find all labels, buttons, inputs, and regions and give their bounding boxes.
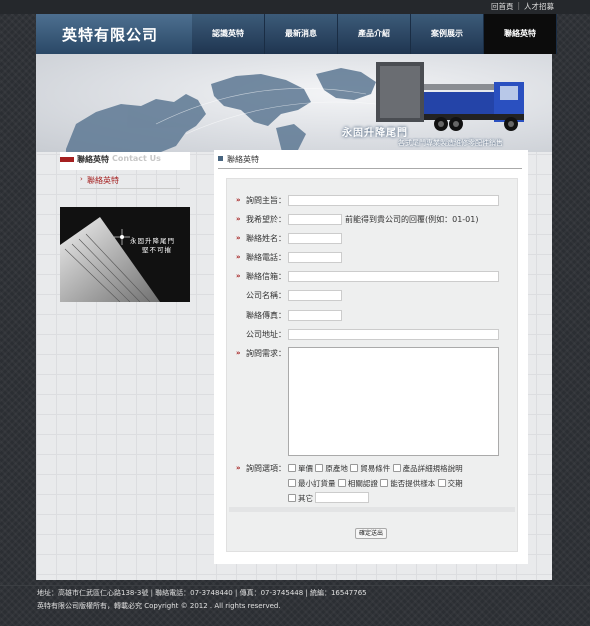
promo-line-2: 堅不可摧 bbox=[142, 246, 172, 254]
fax-label: 聯絡傳真： bbox=[246, 311, 286, 320]
subject-input[interactable] bbox=[288, 195, 499, 206]
checkbox[interactable] bbox=[288, 479, 296, 487]
phone-label: 聯絡電話： bbox=[246, 253, 286, 262]
footer-divider bbox=[0, 585, 590, 586]
sidebar-title-en: Contact Us bbox=[112, 154, 161, 163]
option-price[interactable]: 單價 bbox=[288, 464, 313, 473]
email-label: 聯絡信箱： bbox=[246, 272, 286, 281]
checkbox[interactable] bbox=[392, 464, 401, 472]
form-row-name: » 聯絡姓名： bbox=[227, 232, 517, 246]
need-textarea[interactable] bbox=[288, 347, 499, 456]
contact-form: » 詢問主旨： » 我希望於： 前能得到貴公司的回覆(例如：01-01) » 聯… bbox=[226, 178, 518, 552]
content-panel: 聯絡英特 » 詢問主旨： » 我希望於： 前能得到貴公司的回覆(例如：01-01… bbox=[214, 150, 528, 564]
footer-copyright: 英特有限公司版權所有，轉載必究 Copyright © 2012 . All r… bbox=[37, 602, 281, 610]
name-label: 聯絡姓名： bbox=[246, 234, 286, 243]
options-line-2: 最小訂貨量 相關認證 能否提供樣本 交期 bbox=[288, 478, 463, 489]
other-input[interactable] bbox=[315, 492, 370, 503]
form-row-subject: » 詢問主旨： bbox=[227, 194, 517, 208]
email-input[interactable] bbox=[288, 271, 499, 282]
page-title: 聯絡英特 bbox=[227, 155, 259, 164]
checkbox[interactable] bbox=[288, 494, 296, 502]
main-page: 英特有限公司 認識英特 最新消息 產品介紹 案例展示 聯絡英特 永固升降尾門 各… bbox=[36, 14, 557, 580]
steel-panel-graphic bbox=[60, 217, 160, 302]
checkbox[interactable] bbox=[288, 464, 296, 472]
square-icon bbox=[218, 156, 223, 161]
nav-item-products[interactable]: 產品介紹 bbox=[338, 14, 411, 54]
options-line-3: 其它 bbox=[288, 492, 370, 504]
content-heading: 聯絡英特 bbox=[218, 154, 259, 165]
fax-input[interactable] bbox=[288, 310, 342, 321]
checkbox[interactable] bbox=[315, 464, 324, 472]
form-row-phone: » 聯絡電話： bbox=[227, 251, 517, 265]
form-row-company: 公司名稱： bbox=[227, 289, 517, 303]
nav-item-contact[interactable]: 聯絡英特 bbox=[484, 14, 557, 54]
options-label: 詢問選項： bbox=[246, 464, 286, 473]
checkbox[interactable] bbox=[350, 464, 359, 472]
nav-item-about[interactable]: 認識英特 bbox=[192, 14, 265, 54]
sidebar-item-contact[interactable]: › 聯絡英特 bbox=[80, 172, 180, 189]
form-row-address: 公司地址： bbox=[227, 328, 517, 342]
option-delivery[interactable]: 交期 bbox=[437, 479, 463, 488]
form-row-email: » 聯絡信箱： bbox=[227, 270, 517, 284]
expect-label: 我希望於： bbox=[246, 215, 286, 224]
option-spec[interactable]: 產品詳細規格說明 bbox=[392, 464, 463, 473]
divider bbox=[218, 168, 522, 169]
footer-contact-info: 地址：高雄市仁武區仁心路138-3號 | 聯絡電話：07-3748440 | 傳… bbox=[37, 589, 367, 597]
accent-bar bbox=[60, 157, 74, 162]
form-row-expect: » 我希望於： 前能得到貴公司的回覆(例如：01-01) bbox=[227, 213, 517, 227]
option-other[interactable]: 其它 bbox=[288, 494, 313, 503]
sidebar: 聯絡英特 Contact Us › 聯絡英特 永固升降尾門 堅不可摧 bbox=[60, 152, 190, 302]
company-input[interactable] bbox=[288, 290, 342, 301]
name-input[interactable] bbox=[288, 233, 342, 244]
option-moq[interactable]: 最小訂貨量 bbox=[288, 479, 336, 488]
logo[interactable]: 英特有限公司 bbox=[36, 14, 193, 54]
option-sample[interactable]: 能否提供樣本 bbox=[380, 479, 435, 488]
arrow-right-icon: › bbox=[80, 175, 83, 183]
option-origin[interactable]: 原產地 bbox=[315, 464, 348, 473]
required-icon: » bbox=[236, 253, 241, 261]
banner-subtitle: 各式尾門專業製造維修零配件銷售 bbox=[398, 139, 503, 147]
sidebar-header: 聯絡英特 Contact Us bbox=[60, 152, 190, 170]
option-cert[interactable]: 相關認證 bbox=[337, 479, 378, 488]
jobs-link[interactable]: 人才招募 bbox=[524, 1, 554, 12]
truck bbox=[376, 62, 524, 131]
required-icon: » bbox=[236, 349, 241, 357]
subject-label: 詢問主旨： bbox=[246, 196, 286, 205]
options-line-1: 單價 原產地 貿易條件 產品詳細規格說明 bbox=[288, 463, 463, 474]
required-icon: » bbox=[236, 234, 241, 242]
header: 英特有限公司 認識英特 最新消息 產品介紹 案例展示 聯絡英特 bbox=[36, 14, 557, 54]
need-label: 詢問需求： bbox=[246, 349, 286, 358]
utility-bar: 回首頁 | 人才招募 bbox=[0, 0, 590, 14]
nav-item-cases[interactable]: 案例展示 bbox=[411, 14, 484, 54]
home-link[interactable]: 回首頁 bbox=[491, 1, 514, 12]
required-icon: » bbox=[236, 196, 241, 204]
required-icon: » bbox=[236, 272, 241, 280]
logo-text: 英特有限公司 bbox=[62, 26, 159, 44]
submit-button[interactable]: 確定送出 bbox=[355, 528, 387, 539]
company-label: 公司名稱： bbox=[246, 291, 286, 300]
banner: 永固升降尾門 各式尾門專業製造維修零配件銷售 bbox=[36, 54, 552, 152]
nav-item-news[interactable]: 最新消息 bbox=[265, 14, 338, 54]
required-icon: » bbox=[236, 215, 241, 223]
checkbox[interactable] bbox=[380, 479, 389, 487]
divider: | bbox=[517, 1, 520, 10]
reply-date-hint: 前能得到貴公司的回覆(例如：01-01) bbox=[345, 215, 479, 224]
form-row-fax: 聯絡傳真： bbox=[227, 309, 517, 323]
option-trade-terms[interactable]: 貿易條件 bbox=[350, 464, 390, 473]
checkbox[interactable] bbox=[337, 479, 346, 487]
address-input[interactable] bbox=[288, 329, 499, 340]
sidebar-item-label: 聯絡英特 bbox=[87, 176, 119, 185]
banner-title: 永固升降尾門 bbox=[342, 128, 408, 139]
address-label: 公司地址： bbox=[246, 330, 286, 339]
submit-bar bbox=[229, 507, 515, 512]
reply-date-input[interactable] bbox=[288, 214, 342, 225]
promo-image[interactable]: 永固升降尾門 堅不可摧 bbox=[60, 207, 190, 302]
checkbox[interactable] bbox=[437, 479, 446, 487]
sidebar-title: 聯絡英特 bbox=[77, 155, 109, 164]
phone-input[interactable] bbox=[288, 252, 342, 263]
required-icon: » bbox=[236, 464, 241, 472]
main-nav: 認識英特 最新消息 產品介紹 案例展示 聯絡英特 bbox=[192, 14, 557, 54]
